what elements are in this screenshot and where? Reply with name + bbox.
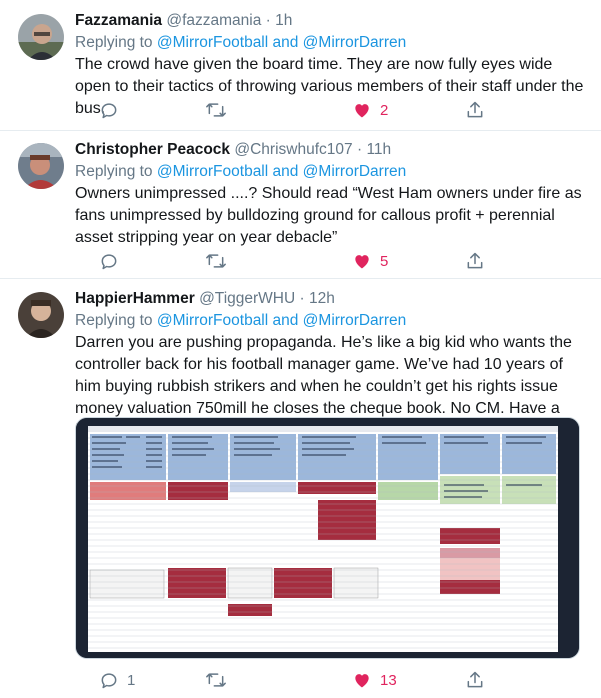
replying-to-label: Replying to [75, 312, 153, 329]
heart-icon [355, 255, 369, 269]
user-handle[interactable]: @fazzamania [166, 12, 261, 29]
replying-to: Replying to @MirrorFootball and @MirrorD… [75, 162, 589, 182]
separator: · [356, 141, 363, 158]
avatar[interactable] [18, 143, 64, 189]
retweet-button[interactable] [205, 249, 235, 273]
like-button[interactable]: 5 [352, 249, 388, 273]
tweet[interactable]: Fazzamania @fazzamania · 1h Replying to … [0, 0, 601, 131]
reply-count: 1 [127, 671, 136, 689]
share-button[interactable] [465, 98, 485, 122]
replying-to-label: Replying to [75, 34, 153, 51]
display-name[interactable]: Fazzamania [75, 12, 162, 29]
heart-icon [355, 104, 369, 118]
like-count: 5 [380, 252, 389, 270]
replying-to-link[interactable]: @MirrorFootball and @MirrorDarren [157, 163, 406, 180]
share-button[interactable] [465, 668, 485, 692]
user-handle[interactable]: @Chriswhufc107 [234, 141, 352, 158]
reply-button[interactable] [99, 249, 127, 273]
user-handle[interactable]: @TiggerWHU [199, 290, 295, 307]
tweet-actions: 2 [75, 98, 495, 122]
heart-icon [355, 674, 369, 688]
retweet-icon [206, 673, 226, 687]
display-name[interactable]: HappierHammer [75, 290, 195, 307]
tweet[interactable]: Christopher Peacock @Chriswhufc107 · 11h… [0, 131, 601, 279]
share-icon [467, 101, 483, 118]
separator: · [299, 290, 305, 307]
tweet[interactable]: HappierHammer @TiggerWHU · 12h Replying … [0, 279, 601, 698]
retweet-button[interactable] [205, 668, 235, 692]
separator: · [265, 12, 271, 29]
retweet-icon [206, 103, 226, 117]
avatar[interactable] [18, 14, 64, 60]
timestamp[interactable]: 11h [366, 141, 391, 158]
replying-to: Replying to @MirrorFootball and @MirrorD… [75, 33, 589, 53]
tweet-header: HappierHammer @TiggerWHU · 12h [75, 289, 589, 309]
retweet-button[interactable] [205, 98, 235, 122]
like-button[interactable]: 2 [352, 98, 388, 122]
timestamp[interactable]: 1h [275, 12, 292, 29]
reply-icon [101, 103, 117, 119]
replying-to: Replying to @MirrorFootball and @MirrorD… [75, 311, 589, 331]
tweet-actions: 1 13 [75, 668, 495, 692]
replying-to-link[interactable]: @MirrorFootball and @MirrorDarren [157, 34, 406, 51]
retweet-icon [206, 254, 226, 268]
display-name[interactable]: Christopher Peacock [75, 141, 230, 158]
timestamp[interactable]: 12h [309, 290, 335, 307]
share-icon [467, 252, 483, 269]
replying-to-label: Replying to [75, 163, 153, 180]
like-button[interactable]: 13 [352, 668, 397, 692]
tweet-text: Owners unimpressed ....? Should read “We… [75, 185, 582, 246]
tweet-header: Fazzamania @fazzamania · 1h [75, 11, 589, 31]
share-icon [467, 671, 483, 688]
tweet-actions: 5 [75, 249, 495, 273]
share-button[interactable] [465, 249, 485, 273]
like-count: 2 [380, 101, 389, 119]
attached-spreadsheet-image[interactable] [75, 417, 580, 659]
reply-icon [101, 673, 117, 689]
avatar[interactable] [18, 292, 64, 338]
replying-to-link[interactable]: @MirrorFootball and @MirrorDarren [157, 312, 406, 329]
reply-icon [101, 254, 117, 270]
like-count: 13 [380, 671, 397, 689]
reply-button[interactable] [99, 98, 127, 122]
reply-button[interactable]: 1 [99, 668, 135, 692]
tweet-header: Christopher Peacock @Chriswhufc107 · 11h [75, 140, 589, 160]
